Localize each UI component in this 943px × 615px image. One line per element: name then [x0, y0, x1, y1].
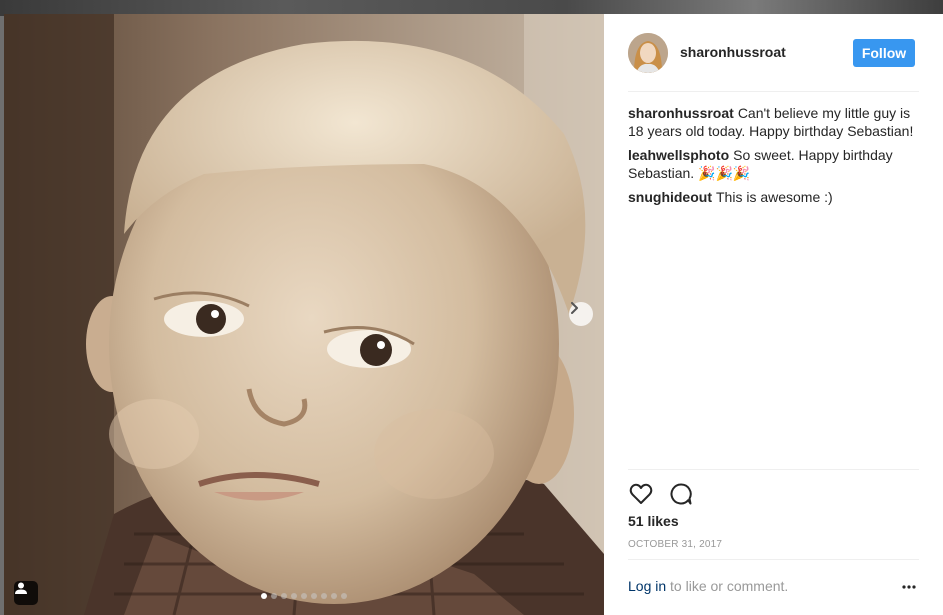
carousel-dot	[261, 593, 267, 599]
avatar-image	[628, 33, 668, 73]
comment-username[interactable]: sharonhussroat	[628, 105, 734, 121]
divider	[628, 91, 919, 92]
person-icon	[15, 582, 27, 594]
heart-icon	[629, 483, 653, 504]
chevron-right-icon	[571, 302, 578, 314]
carousel-dot	[311, 593, 317, 599]
follow-button[interactable]: Follow	[853, 39, 915, 67]
login-prompt: Log in to like or comment.	[628, 578, 788, 594]
speech-bubble-icon	[670, 483, 692, 505]
avatar[interactable]	[628, 33, 668, 73]
divider	[628, 559, 919, 560]
carousel-dot	[271, 593, 277, 599]
post-actions	[628, 481, 694, 507]
carousel-dot	[301, 593, 307, 599]
ellipsis-icon	[902, 585, 916, 589]
post-side-panel: sharonhussroat Follow sharonhussroat Can'…	[604, 14, 943, 615]
post-username[interactable]: sharonhussroat	[680, 44, 786, 60]
carousel-dot	[331, 593, 337, 599]
comment-item: leahwellsphoto So sweet. Happy birthday S…	[628, 146, 919, 182]
carousel-indicator	[261, 593, 347, 599]
carousel-dot	[341, 593, 347, 599]
comments-list: sharonhussroat Can't believe my little gu…	[628, 104, 919, 212]
comment-item: sharonhussroat Can't believe my little gu…	[628, 104, 919, 140]
likes-count[interactable]: 51 likes	[628, 513, 679, 529]
login-link[interactable]: Log in	[628, 578, 666, 594]
carousel-dot	[281, 593, 287, 599]
like-button[interactable]	[628, 481, 654, 507]
comment-button[interactable]	[668, 481, 694, 507]
comment-text: This is awesome :)	[716, 189, 833, 205]
login-prompt-text: to like or comment.	[666, 578, 789, 594]
comment-username[interactable]: leahwellsphoto	[628, 147, 729, 163]
tagged-users-button[interactable]	[14, 581, 38, 605]
carousel-dot	[321, 593, 327, 599]
carousel-dot	[291, 593, 297, 599]
divider	[628, 469, 919, 470]
post-modal: sharonhussroat Follow sharonhussroat Can'…	[4, 14, 943, 615]
next-photo-button[interactable]	[569, 302, 593, 326]
comment-item: snughideout This is awesome :)	[628, 188, 919, 206]
post-date: OCTOBER 31, 2017	[628, 539, 723, 550]
more-options-button[interactable]	[897, 579, 921, 595]
post-photo	[4, 14, 604, 615]
comment-username[interactable]: snughideout	[628, 189, 712, 205]
baby-portrait-image	[4, 14, 604, 615]
post-header: sharonhussroat Follow	[604, 14, 943, 90]
